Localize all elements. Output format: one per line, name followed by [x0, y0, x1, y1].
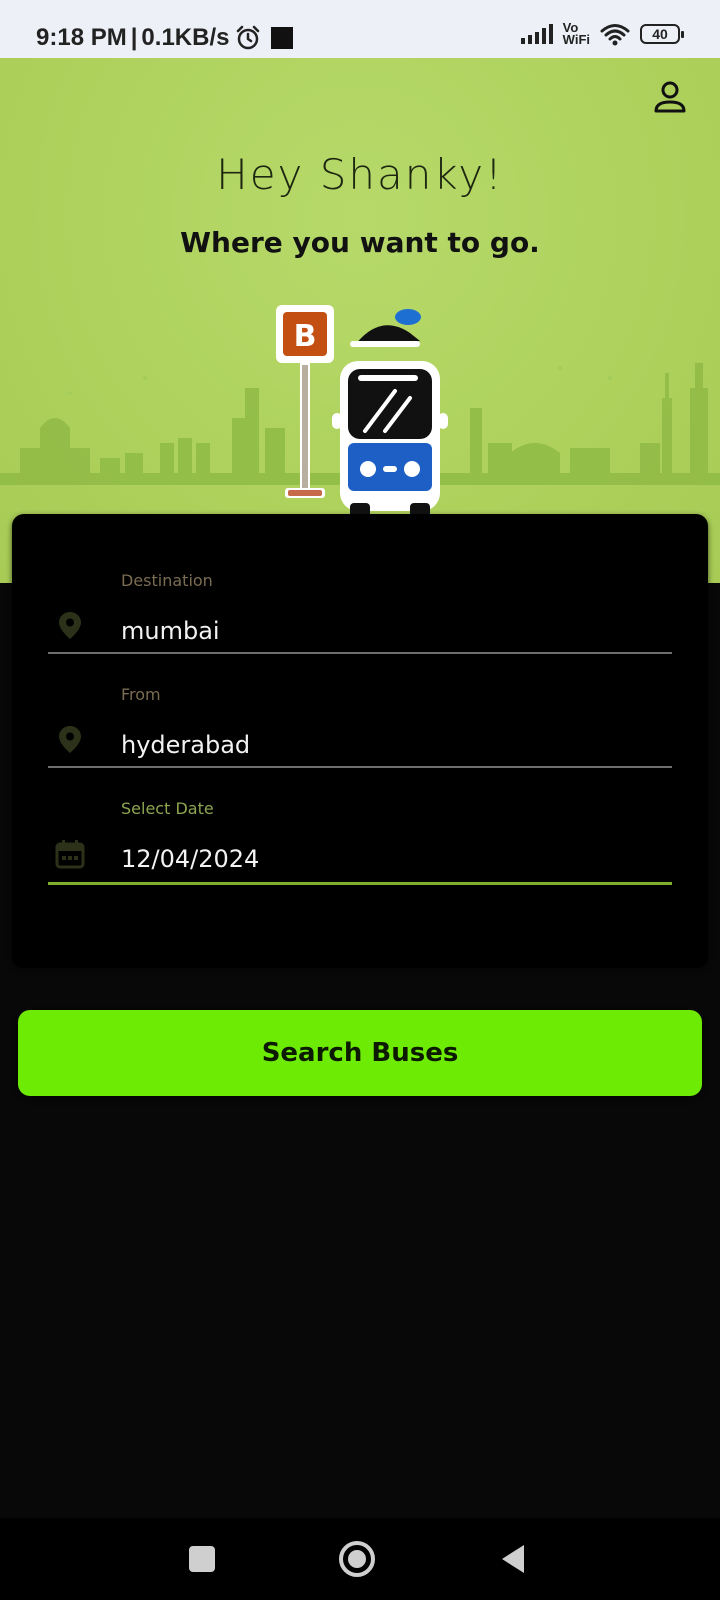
alarm-icon	[237, 25, 260, 50]
greeting: Hey Shanky!	[216, 150, 504, 199]
date-underline	[48, 882, 672, 885]
media-stop-icon	[271, 27, 294, 49]
status-right: Vo WiFi 40	[520, 21, 684, 47]
battery-indicator: 40	[640, 24, 684, 44]
home-button[interactable]	[336, 1538, 378, 1580]
calendar-icon	[55, 840, 85, 869]
hero-banner: Hey Shanky! Where you want to go. B	[0, 58, 720, 583]
wifi-icon	[600, 24, 630, 46]
status-time: 9:18 PM	[36, 24, 127, 51]
destination-label: Destination	[121, 571, 213, 590]
subtitle: Where you want to go.	[180, 226, 540, 259]
bus-stop-illustration: B	[276, 305, 450, 524]
recents-icon	[189, 1546, 215, 1572]
vowifi-bottom: WiFi	[562, 32, 590, 47]
status-speed: 0.1KB/s	[141, 24, 230, 51]
vowifi-indicator: Vo WiFi	[562, 21, 590, 47]
recents-button[interactable]	[181, 1538, 223, 1580]
status-left: 9:18 PM | 0.1KB/s	[36, 24, 294, 52]
system-nav-bar	[0, 1518, 720, 1600]
from-label: From	[121, 685, 161, 704]
status-separator: |	[130, 24, 138, 51]
date-field[interactable]: Select Date 12/04/2024	[48, 742, 672, 886]
bus-stop-sign-letter: B	[294, 319, 317, 354]
search-buses-button[interactable]: Search Buses	[18, 1010, 702, 1096]
back-icon	[502, 1545, 524, 1573]
home-icon	[339, 1541, 375, 1577]
date-label: Select Date	[121, 799, 214, 818]
back-button[interactable]	[492, 1538, 534, 1580]
date-input[interactable]: 12/04/2024	[121, 845, 259, 873]
search-form-card: Destination mumbai From hyderabad Select…	[12, 514, 708, 968]
signal-icon	[520, 24, 553, 44]
profile-icon[interactable]	[650, 78, 690, 118]
status-bar: 9:18 PM | 0.1KB/s Vo WiFi 40	[0, 0, 720, 58]
